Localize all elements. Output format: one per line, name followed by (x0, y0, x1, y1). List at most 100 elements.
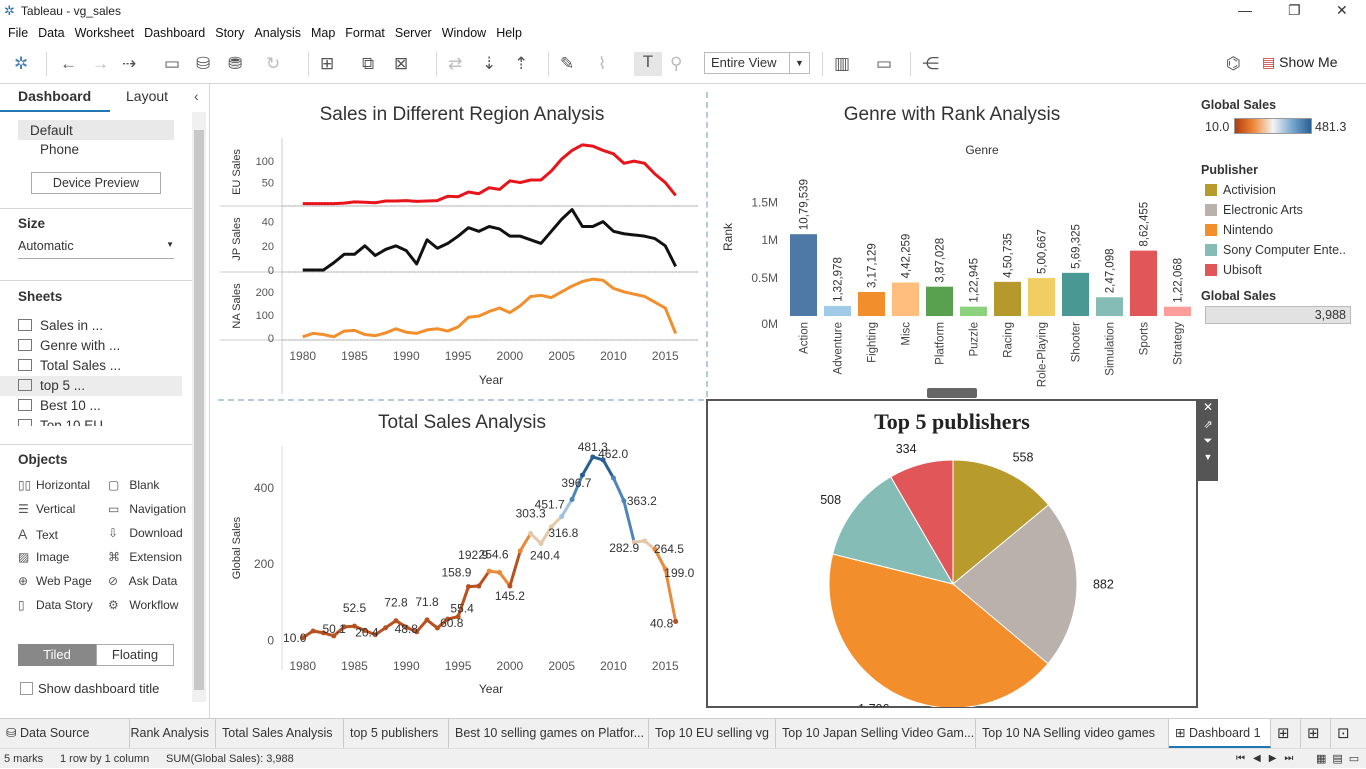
close-icon[interactable]: ✕ (1198, 400, 1218, 414)
tab-top10-eu[interactable]: Top 10 EU selling vg (649, 719, 776, 748)
object-web-page[interactable]: ⊕ Web Page (18, 574, 92, 588)
tab-top10-na[interactable]: Top 10 NA Selling video games (976, 719, 1169, 748)
device-default[interactable]: Default (18, 120, 174, 140)
more-options-icon[interactable]: ▼ (1198, 452, 1218, 462)
point-label: 254.6 (479, 548, 509, 562)
menu-worksheet[interactable]: Worksheet (75, 26, 135, 40)
global-sales-size-legend[interactable]: 3,988 (1205, 306, 1351, 324)
resize-handle[interactable] (927, 388, 977, 398)
legend-item[interactable]: Nintendo (1205, 223, 1273, 237)
object-horizontal[interactable]: ▯▯ Horizontal (18, 478, 90, 492)
object-text[interactable]: A Text (18, 526, 58, 542)
tab-rank-analysis[interactable]: Rank Analysis (130, 719, 216, 748)
go-to-sheet-icon[interactable]: ⇗ (1198, 418, 1218, 431)
menu-story[interactable]: Story (215, 26, 244, 40)
show-cards-icon[interactable]: ▥ (834, 54, 850, 74)
menu-file[interactable]: File (8, 26, 28, 40)
sheet-item[interactable]: Best 10 ... (18, 398, 101, 413)
new-dashboard-tab-icon[interactable]: ⊞ (1301, 719, 1331, 748)
legend-item[interactable]: Activision (1205, 183, 1276, 197)
refresh-icon[interactable]: ↻ (266, 54, 280, 74)
save-icon[interactable]: ▭ (164, 54, 180, 74)
swap-icon[interactable]: ⇄ (448, 54, 462, 74)
filter-icon[interactable]: ⏷ (1198, 435, 1218, 448)
sheet-item[interactable]: top 5 ... (0, 376, 182, 396)
size-select[interactable]: Automatic ▼ (18, 239, 174, 259)
presentation-mode-icon[interactable]: ▭ (876, 54, 892, 74)
tab-layout[interactable]: Layout (126, 88, 168, 112)
view-toggle-icon[interactable]: ▦▤▭ (1316, 749, 1365, 769)
menu-analysis[interactable]: Analysis (254, 26, 301, 40)
sheets-heading: Sheets (18, 289, 63, 304)
object-extension[interactable]: ⌘ Extension (108, 550, 182, 564)
redo-icon[interactable]: → (92, 54, 109, 74)
color-gradient-legend[interactable] (1234, 118, 1312, 134)
sheet-item[interactable]: Total Sales ... (18, 358, 121, 373)
object-download[interactable]: ⇩ Download (108, 526, 183, 540)
new-worksheet-icon[interactable]: ⊞ (320, 54, 334, 74)
group-icon[interactable]: ⌇ (598, 54, 606, 74)
tiled-button[interactable]: Tiled (18, 644, 96, 666)
menu-format[interactable]: Format (345, 26, 385, 40)
sort-ascending-icon[interactable]: ⇣ (482, 54, 496, 74)
tab-total-sales-analysis[interactable]: Total Sales Analysis (216, 719, 344, 748)
tab-best10-platform[interactable]: Best 10 selling games on Platfor... (449, 719, 649, 748)
new-data-source-icon[interactable]: ⛁ (196, 54, 210, 74)
object-data-story[interactable]: ▯ Data Story (18, 598, 93, 612)
device-preview-button[interactable]: Device Preview (31, 172, 161, 194)
object-image[interactable]: ▨ Image (18, 550, 69, 564)
show-me-button[interactable]: ▤ Show Me (1262, 54, 1337, 71)
object-ask-data[interactable]: ⊘ Ask Data (108, 574, 177, 588)
menu-window[interactable]: Window (442, 26, 486, 40)
show-title-checkbox[interactable] (20, 682, 33, 695)
pause-updates-icon[interactable]: ⛃ (228, 54, 242, 74)
object-workflow[interactable]: ⚙ Workflow (108, 598, 178, 612)
clear-sheet-icon[interactable]: ⊠ (394, 54, 408, 74)
pane-scrollbar[interactable] (192, 112, 206, 702)
data-point (590, 454, 596, 460)
new-worksheet-tab-icon[interactable]: ⊞ (1271, 719, 1301, 748)
fix-axes-icon[interactable]: ⚲ (670, 54, 682, 74)
object-blank[interactable]: ▢ Blank (108, 478, 159, 492)
tab-data-source[interactable]: ⛁ Data Source (0, 719, 130, 748)
tab-top5-publishers[interactable]: top 5 publishers (344, 719, 449, 748)
legend-item[interactable]: Ubisoft (1205, 263, 1262, 277)
fit-view-select[interactable]: Entire View ▼ (704, 52, 810, 74)
menu-help[interactable]: Help (496, 26, 522, 40)
web-page-icon: ⊕ (18, 574, 29, 588)
replay-icon[interactable]: ⇢ (122, 54, 136, 74)
legend-item[interactable]: Electronic Arts (1205, 203, 1303, 217)
object-vertical[interactable]: ☰ Vertical (18, 502, 75, 516)
floating-button[interactable]: Floating (96, 644, 174, 666)
tab-dashboard-1[interactable]: ⊞ Dashboard 1 (1169, 719, 1271, 748)
top5-publishers-panel[interactable]: Top 5 publishers 558 882 1,706 508 334 (706, 399, 1198, 708)
tableau-home-icon[interactable]: ✲ (14, 54, 28, 74)
data-point (424, 617, 430, 623)
menu-map[interactable]: Map (311, 26, 335, 40)
tab-dashboard[interactable]: Dashboard (18, 88, 91, 112)
restore-icon[interactable]: ❐ (1288, 2, 1301, 19)
sheet-item[interactable]: Top 10 EU ... (18, 418, 118, 426)
menu-dashboard[interactable]: Dashboard (144, 26, 205, 40)
undo-icon[interactable]: ← (60, 54, 77, 74)
tab-top10-japan[interactable]: Top 10 Japan Selling Video Gam... (776, 719, 976, 748)
show-mark-labels-icon[interactable]: T (634, 52, 662, 76)
legend-item[interactable]: Sony Computer Ente.. (1205, 243, 1346, 257)
binoculars-icon[interactable]: ⌬ (1226, 54, 1241, 74)
sheet-item[interactable]: Genre with ... (18, 338, 120, 353)
tab-navigation-icon[interactable]: ⏮◀▶⏭ (1236, 749, 1301, 769)
device-phone[interactable]: Phone (40, 142, 79, 157)
collapse-pane-icon[interactable]: ‹ (194, 88, 199, 104)
highlight-icon[interactable]: ✎ (560, 54, 574, 74)
share-icon[interactable]: ⋲ (922, 54, 939, 74)
duplicate-icon[interactable]: ⧉ (362, 54, 374, 74)
sort-descending-icon[interactable]: ⇡ (514, 54, 528, 74)
close-icon[interactable]: ✕ (1336, 2, 1348, 19)
object-navigation[interactable]: ▭ Navigation (108, 502, 186, 516)
sheet-item[interactable]: Sales in ... (18, 318, 103, 333)
new-story-tab-icon[interactable]: ⊡ (1331, 719, 1366, 748)
minimize-icon[interactable]: — (1238, 2, 1252, 18)
menu-server[interactable]: Server (395, 26, 432, 40)
menu-data[interactable]: Data (38, 26, 64, 40)
title-bar: ✲ Tableau - vg_sales — ❐ ✕ (0, 0, 1366, 22)
